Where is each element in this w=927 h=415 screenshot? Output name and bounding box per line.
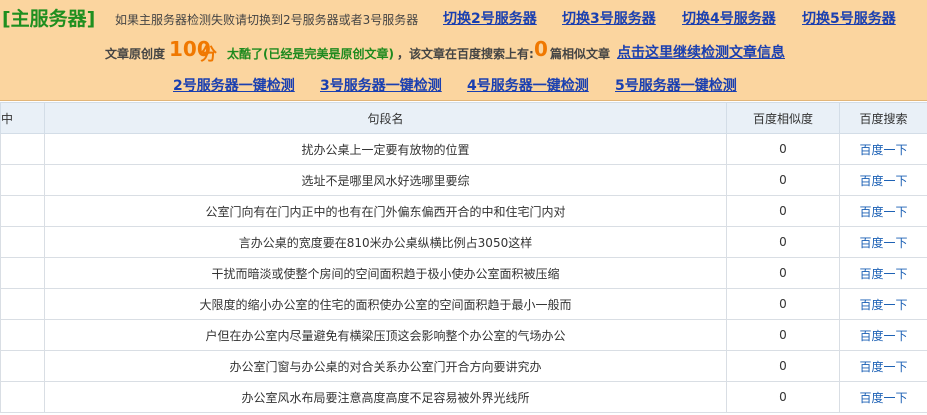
similar-count-prefix: ，该文章在百度搜索上有: bbox=[397, 47, 534, 61]
col-header-mark: 中 bbox=[0, 102, 45, 134]
row-mark bbox=[0, 195, 45, 227]
server-notice: 如果主服务器检测失败请切换到2号服务器或者3号服务器 bbox=[115, 13, 419, 27]
server-bar: [主服务器] 如果主服务器检测失败请切换到2号服务器或者3号服务器 切换2号服务… bbox=[0, 0, 927, 35]
main-server-label: [主服务器] bbox=[2, 8, 96, 30]
sentence-cell: 办公室风水布局要注意高度高度不足容易被外界光线所 bbox=[44, 381, 727, 413]
table-row: 干扰而暗淡或使整个房间的空间面积趋于极小使办公室面积被压缩 0 百度一下 bbox=[0, 257, 927, 289]
sentence-cell: 扰办公桌上一定要有放物的位置 bbox=[44, 133, 727, 165]
table-row: 公室门向有在门内正中的也有在门外偏东偏西开合的中和住宅门内对 0 百度一下 bbox=[0, 195, 927, 227]
table-row: 大限度的缩小办公室的住宅的面积使办公室的空间面积趋于最小一般而 0 百度一下 bbox=[0, 288, 927, 320]
similarity-cell: 0 bbox=[726, 195, 840, 227]
baidu-search-link[interactable]: 百度一下 bbox=[859, 236, 907, 250]
similarity-cell: 0 bbox=[726, 288, 840, 320]
similarity-cell: 0 bbox=[726, 257, 840, 289]
baidu-search-link[interactable]: 百度一下 bbox=[859, 391, 907, 405]
row-mark bbox=[0, 226, 45, 258]
similarity-cell: 0 bbox=[726, 164, 840, 196]
col-header-search: 百度搜索 bbox=[839, 102, 927, 134]
baidu-search-link[interactable]: 百度一下 bbox=[859, 174, 907, 188]
check-server-3-link[interactable]: 3号服务器一键检测 bbox=[320, 75, 442, 95]
row-mark bbox=[0, 350, 45, 382]
similarity-cell: 0 bbox=[726, 319, 840, 351]
sentence-cell: 言办公桌的宽度要在810米办公桌纵横比例占3050这样 bbox=[44, 226, 727, 258]
baidu-search-link[interactable]: 百度一下 bbox=[859, 298, 907, 312]
similarity-cell: 0 bbox=[726, 226, 840, 258]
sentence-cell: 选址不是哪里风水好选哪里要综 bbox=[44, 164, 727, 196]
row-mark bbox=[0, 381, 45, 413]
continue-check-link[interactable]: 点击这里继续检测文章信息 bbox=[617, 42, 785, 62]
sentence-table: 中 句段名 百度相似度 百度搜索 扰办公桌上一定要有放物的位置 0 百度一下 选… bbox=[0, 102, 927, 413]
originality-label: 文章原创度 bbox=[105, 47, 166, 61]
col-header-similarity: 百度相似度 bbox=[726, 102, 840, 134]
baidu-search-link[interactable]: 百度一下 bbox=[859, 329, 907, 343]
similarity-cell: 0 bbox=[726, 133, 840, 165]
baidu-search-link[interactable]: 百度一下 bbox=[859, 267, 907, 281]
switch-server-2-link[interactable]: 切换2号服务器 bbox=[443, 8, 537, 28]
table-header-row: 中 句段名 百度相似度 百度搜索 bbox=[0, 102, 927, 134]
similar-count: 0 bbox=[534, 37, 548, 61]
sentence-cell: 户但在办公室内尽量避免有横梁压顶这会影响整个办公室的气场办公 bbox=[44, 319, 727, 351]
one-click-check-bar: 2号服务器一键检测 3号服务器一键检测 4号服务器一键检测 5号服务器一键检测 bbox=[0, 68, 927, 100]
table-row: 户但在办公室内尽量避免有横梁压顶这会影响整个办公室的气场办公 0 百度一下 bbox=[0, 319, 927, 351]
table-row: 扰办公桌上一定要有放物的位置 0 百度一下 bbox=[0, 133, 927, 165]
col-header-sentence: 句段名 bbox=[44, 102, 727, 134]
check-server-5-link[interactable]: 5号服务器一键检测 bbox=[615, 75, 737, 95]
similarity-cell: 0 bbox=[726, 350, 840, 382]
check-server-4-link[interactable]: 4号服务器一键检测 bbox=[467, 75, 589, 95]
table-row: 言办公桌的宽度要在810米办公桌纵横比例占3050这样 0 百度一下 bbox=[0, 226, 927, 258]
similar-count-suffix: 篇相似文章 bbox=[550, 47, 611, 61]
switch-server-4-link[interactable]: 切换4号服务器 bbox=[682, 8, 776, 28]
baidu-search-link[interactable]: 百度一下 bbox=[859, 205, 907, 219]
similarity-cell: 0 bbox=[726, 381, 840, 413]
row-mark bbox=[0, 257, 45, 289]
sentence-cell: 干扰而暗淡或使整个房间的空间面积趋于极小使办公室面积被压缩 bbox=[44, 257, 727, 289]
table-row: 办公室风水布局要注意高度高度不足容易被外界光线所 0 百度一下 bbox=[0, 381, 927, 413]
sentence-cell: 办公室门窗与办公桌的对合关系办公室门开合方向要讲究办 bbox=[44, 350, 727, 382]
sentence-cell: 大限度的缩小办公室的住宅的面积使办公室的空间面积趋于最小一般而 bbox=[44, 288, 727, 320]
sentence-cell: 公室门向有在门内正中的也有在门外偏东偏西开合的中和住宅门内对 bbox=[44, 195, 727, 227]
row-mark bbox=[0, 164, 45, 196]
table-row: 办公室门窗与办公桌的对合关系办公室门开合方向要讲究办 0 百度一下 bbox=[0, 350, 927, 382]
originality-bar: 文章原创度 100 分 太酷了(已经是完美是原创文章) ，该文章在百度搜索上有:… bbox=[0, 35, 927, 68]
row-mark bbox=[0, 133, 45, 165]
row-mark bbox=[0, 288, 45, 320]
table-row: 选址不是哪里风水好选哪里要综 0 百度一下 bbox=[0, 164, 927, 196]
row-mark bbox=[0, 319, 45, 351]
switch-server-5-link[interactable]: 切换5号服务器 bbox=[802, 8, 896, 28]
originality-verdict: 太酷了(已经是完美是原创文章) bbox=[227, 47, 394, 61]
switch-server-3-link[interactable]: 切换3号服务器 bbox=[562, 8, 656, 28]
originality-score-unit: 分 bbox=[200, 45, 217, 65]
check-server-2-link[interactable]: 2号服务器一键检测 bbox=[173, 75, 295, 95]
baidu-search-link[interactable]: 百度一下 bbox=[859, 360, 907, 374]
baidu-search-link[interactable]: 百度一下 bbox=[859, 143, 907, 157]
result-panel: [主服务器] 如果主服务器检测失败请切换到2号服务器或者3号服务器 切换2号服务… bbox=[0, 0, 927, 101]
